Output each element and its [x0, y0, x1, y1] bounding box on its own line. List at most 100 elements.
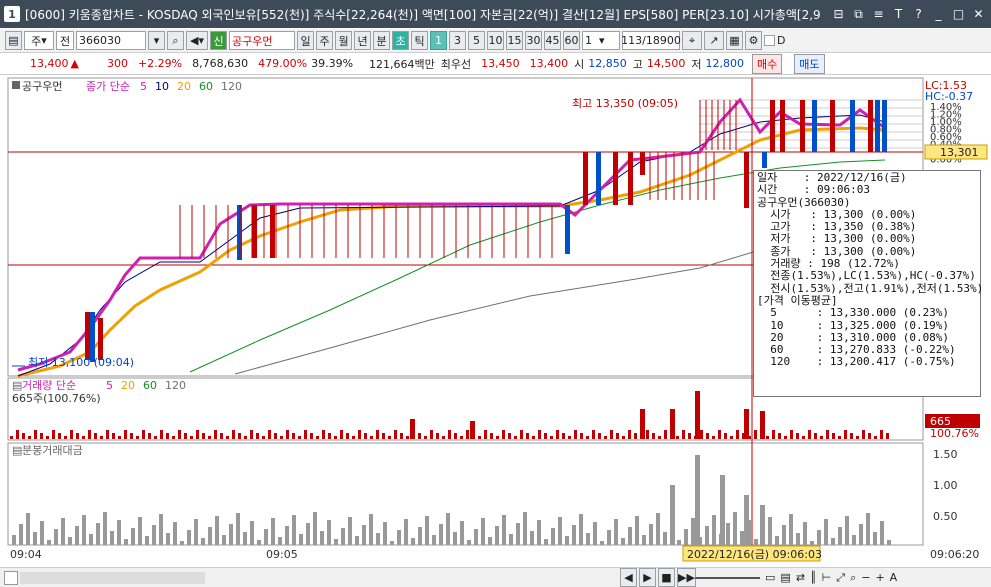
chart-list-icon[interactable]: ▤	[5, 31, 22, 50]
play-icon[interactable]: ▶	[639, 568, 656, 587]
amount-bar	[103, 512, 107, 545]
interval-1[interactable]: 1	[430, 31, 447, 50]
candle	[868, 100, 873, 152]
amount-bar	[565, 536, 569, 545]
fast-forward-icon[interactable]: ▶▶	[677, 568, 696, 587]
amount-bar	[684, 529, 688, 545]
zoom-icon[interactable]: ⌕	[850, 571, 856, 585]
amount-bar	[145, 536, 149, 545]
volume-bar	[598, 433, 601, 439]
volume-bar	[850, 433, 853, 439]
volume-bar	[142, 430, 145, 439]
amount-bar	[635, 516, 639, 545]
amount-bar	[460, 521, 464, 545]
volume-bar	[124, 430, 127, 439]
amount-bar	[439, 524, 443, 545]
amount-bar	[866, 513, 870, 545]
close-icon[interactable]: ✕	[970, 6, 987, 23]
layout-icon[interactable]: ⊟	[830, 6, 847, 23]
volume-bar	[340, 430, 343, 439]
volume-spike	[410, 419, 415, 439]
tab-year[interactable]: 년	[354, 31, 371, 50]
volume-bar	[358, 430, 361, 439]
volume-bar	[496, 436, 499, 439]
tab-second[interactable]: 초	[392, 31, 409, 50]
interval-10[interactable]: 10	[487, 31, 504, 50]
amount-bar	[194, 519, 198, 545]
scrollbar-track[interactable]	[20, 571, 205, 584]
ruler-icon[interactable]: ⊢	[822, 571, 832, 585]
volume-bar	[190, 436, 193, 439]
bid-price: 13,400	[529, 57, 569, 70]
draw-tool-icon[interactable]: ↗	[704, 31, 724, 50]
volume-bar	[586, 436, 589, 439]
amount-title: 분봉거래대금	[22, 444, 83, 457]
bars-icon[interactable]: ║	[810, 571, 817, 585]
amount-bar	[348, 517, 352, 545]
tab-tick[interactable]: 틱	[411, 31, 428, 50]
amount-bar	[117, 520, 121, 545]
gear-icon[interactable]: ⚙	[745, 31, 762, 50]
expand-icon[interactable]: ⤢	[836, 571, 845, 585]
pin-icon[interactable]: ⧉	[850, 6, 867, 23]
volume-bar	[772, 430, 775, 439]
text-size-icon[interactable]: T	[890, 6, 907, 23]
volume-bar	[556, 430, 559, 439]
grid-icon[interactable]: ▦	[726, 31, 743, 50]
chart-view-icon[interactable]: ▤	[780, 571, 790, 585]
font-size-icon[interactable]: A	[890, 571, 898, 585]
volume-bar	[832, 433, 835, 439]
amount-bar	[61, 518, 65, 545]
tab-month[interactable]: 월	[335, 31, 352, 50]
step-back-icon[interactable]: ◀	[620, 568, 637, 587]
buy-button[interactable]: 매수	[752, 53, 783, 74]
code-input[interactable]: 366030	[76, 31, 146, 50]
x-axis-label: 09:06:20	[930, 548, 979, 561]
speaker-icon[interactable]: ◀▾	[186, 31, 208, 50]
candle	[98, 318, 103, 360]
interval-45[interactable]: 45	[544, 31, 561, 50]
amount-bar	[355, 536, 359, 545]
restore-icon[interactable]: □	[950, 6, 967, 23]
volume-bar	[844, 430, 847, 439]
volume-bar	[136, 436, 139, 439]
tab-minute[interactable]: 분	[373, 31, 390, 50]
prefix-button[interactable]: 전	[56, 31, 74, 50]
interval-60[interactable]: 60	[563, 31, 580, 50]
code-dropdown-icon[interactable]: ▾	[148, 31, 165, 50]
info-line: 시간 : 09:06:03	[757, 183, 870, 197]
interval-5[interactable]: 5	[468, 31, 485, 50]
layout-single-icon[interactable]: ▭	[765, 571, 775, 585]
open-label: 시	[574, 57, 585, 71]
scroll-left-icon[interactable]	[4, 570, 18, 585]
volume-bar	[784, 436, 787, 439]
zoom-out-icon[interactable]: −	[861, 571, 870, 585]
amount-bar	[250, 521, 254, 545]
volume-bar	[580, 433, 583, 439]
search-icon[interactable]: ⌕	[167, 31, 184, 50]
zoom-in-icon[interactable]: +	[875, 571, 884, 585]
compare-icon[interactable]: ⇄	[796, 571, 805, 585]
candle	[596, 152, 601, 205]
volume-bar	[208, 436, 211, 439]
minimize-icon[interactable]: _	[930, 6, 947, 23]
zoom-slider[interactable]	[695, 577, 760, 579]
interval-3[interactable]: 3	[449, 31, 466, 50]
tab-week[interactable]: 주	[316, 31, 333, 50]
amount-bar	[789, 514, 793, 545]
market-select[interactable]: 주 ▾	[24, 31, 54, 50]
interval-30[interactable]: 30	[525, 31, 542, 50]
volume-bar	[796, 433, 799, 439]
volume-bar	[334, 436, 337, 439]
d-checkbox[interactable]	[764, 35, 775, 46]
volume-bar	[646, 430, 649, 439]
tab-day[interactable]: 일	[297, 31, 314, 50]
stop-icon[interactable]: ■	[658, 568, 675, 587]
help-icon[interactable]: ?	[910, 6, 927, 23]
crosshair-icon[interactable]: ⌖	[682, 31, 702, 50]
count-select[interactable]: 1 ▾	[582, 31, 620, 50]
interval-15[interactable]: 15	[506, 31, 523, 50]
amount-bar	[54, 529, 58, 545]
sell-button[interactable]: 매도	[794, 53, 825, 74]
list-icon[interactable]: ≡	[870, 6, 887, 23]
